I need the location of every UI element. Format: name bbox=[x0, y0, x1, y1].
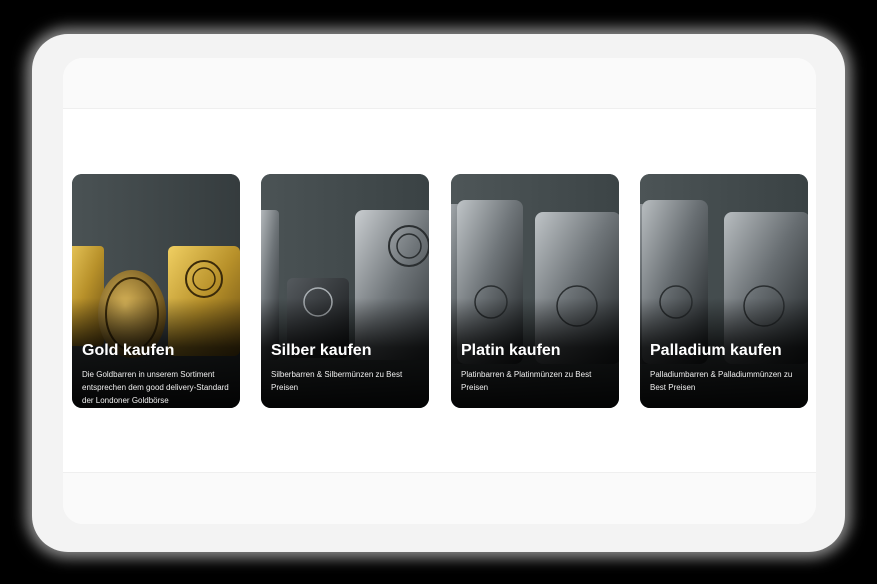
card-title: Silber kaufen bbox=[271, 342, 372, 359]
card-title: Gold kaufen bbox=[82, 342, 175, 359]
product-card-palladium[interactable]: Palladium kaufen Palladiumbarren & Palla… bbox=[640, 174, 808, 408]
card-description: Silberbarren & Silbermünzen zu Best Prei… bbox=[271, 370, 403, 392]
footer-band bbox=[63, 472, 816, 524]
header-band bbox=[63, 58, 816, 109]
card-title: Palladium kaufen bbox=[650, 342, 782, 359]
product-card-silver[interactable]: Silber kaufen Silberbarren & Silbermünze… bbox=[261, 174, 429, 408]
card-title: Platin kaufen bbox=[461, 342, 561, 359]
card-description: Palladiumbarren & Palladiummünzen zu Bes… bbox=[650, 370, 793, 392]
card-description: Platinbarren & Platinmünzen zu Best Prei… bbox=[461, 370, 592, 392]
product-card-gold[interactable]: Gold kaufen Die Goldbarren in unserem So… bbox=[72, 174, 240, 408]
card-description: Die Goldbarren in unserem Sortiment ents… bbox=[82, 370, 229, 405]
product-card-platinum[interactable]: Platin kaufen Platinbarren & Platinmünze… bbox=[451, 174, 619, 408]
